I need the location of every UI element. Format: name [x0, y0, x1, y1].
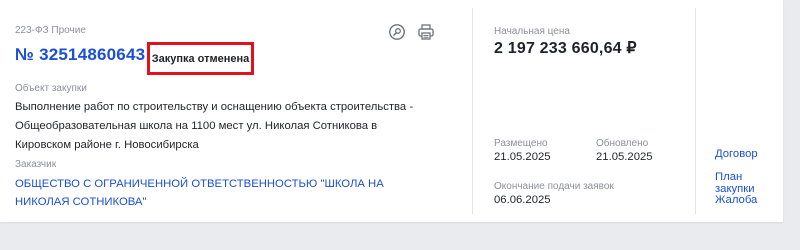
customer-label: Заказчик: [15, 159, 57, 170]
procurement-card: 223-ФЗ Прочие № 32514860643 Закупка отме…: [0, 0, 783, 222]
law-tag: 223-ФЗ Прочие: [15, 25, 86, 36]
status-badge: Закупка отменена: [147, 42, 254, 75]
price-label: Начальная цена: [494, 26, 570, 37]
customer-link[interactable]: ОБЩЕСТВО С ОГРАНИЧЕННОЙ ОТВЕТСТВЕННОСТЬЮ…: [15, 175, 435, 211]
deadline-value: 06.06.2025: [494, 194, 551, 206]
updated-value: 21.05.2025: [596, 151, 653, 163]
price-value: 2 197 233 660,64 ₽: [494, 40, 637, 57]
object-description: Выполнение работ по строительству и осна…: [15, 101, 414, 151]
updated-label: Обновлено: [596, 138, 649, 149]
search-icon[interactable]: [387, 22, 407, 42]
registry-number[interactable]: № 32514860643: [15, 45, 145, 65]
deadline-label: Окончание подачи заявок: [494, 181, 614, 192]
posted-label: Размещено: [494, 138, 548, 149]
print-icon[interactable]: [416, 22, 436, 42]
divider: [695, 8, 696, 214]
posted-value: 21.05.2025: [494, 151, 551, 163]
contract-link[interactable]: Договор: [715, 148, 758, 160]
status-text: Закупка отменена: [151, 52, 250, 65]
plan-link[interactable]: План закупки: [715, 171, 783, 195]
complaint-link[interactable]: Жалоба: [715, 194, 757, 206]
divider: [472, 8, 473, 214]
object-label: Объект закупки: [15, 83, 87, 94]
